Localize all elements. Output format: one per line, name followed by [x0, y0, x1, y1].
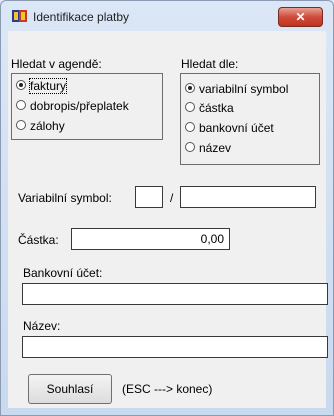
amount-label: Částka: — [18, 233, 59, 247]
radio-label: zálohy — [30, 118, 65, 133]
vs-label: Variabilní symbol: — [18, 191, 112, 205]
dialog-body: Hledat v agendě: faktury dobropis/přepla… — [8, 31, 328, 408]
search-in-group: faktury dobropis/přeplatek zálohy — [11, 73, 163, 140]
radio-bankovni-ucet[interactable]: bankovní účet — [185, 120, 274, 136]
radio-indicator[interactable] — [16, 119, 26, 130]
radio-indicator[interactable] — [185, 82, 195, 93]
confirm-button[interactable]: Souhlasí — [28, 374, 112, 404]
search-by-group: variabilní symbol částka bankovní účet n… — [180, 73, 320, 165]
search-in-label: Hledat v agendě: — [11, 57, 102, 71]
radio-nazev[interactable]: název — [185, 140, 231, 156]
vs-input[interactable] — [180, 186, 316, 208]
radio-indicator[interactable] — [185, 101, 195, 112]
radio-label: faktury — [28, 77, 68, 94]
radio-indicator[interactable] — [16, 99, 26, 110]
dialog-window: Identifikace platby ✕ Hledat v agendě: f… — [0, 0, 334, 416]
radio-faktury[interactable]: faktury — [16, 77, 68, 94]
radio-castka[interactable]: částka — [185, 100, 234, 116]
radio-dobropis[interactable]: dobropis/přeplatek — [16, 98, 129, 114]
radio-indicator[interactable] — [185, 141, 195, 152]
title-bar[interactable]: Identifikace platby ✕ — [1, 1, 333, 31]
radio-label: bankovní účet — [199, 120, 274, 135]
radio-indicator[interactable] — [185, 121, 195, 132]
close-button[interactable]: ✕ — [278, 7, 323, 27]
vs-prefix-input[interactable] — [135, 186, 163, 208]
name-label: Název: — [23, 319, 61, 333]
escape-hint: (ESC ---> konec) — [122, 382, 213, 396]
radio-label: částka — [199, 100, 234, 115]
radio-label: variabilní symbol — [199, 81, 289, 96]
name-input[interactable] — [22, 336, 328, 358]
radio-variabilni-symbol[interactable]: variabilní symbol — [185, 81, 288, 97]
vs-separator: / — [170, 191, 174, 205]
window-title: Identifikace platby — [33, 10, 130, 24]
radio-zalohy[interactable]: zálohy — [16, 118, 65, 134]
radio-label: název — [199, 140, 232, 155]
bank-label: Bankovní účet: — [23, 266, 103, 280]
search-by-label: Hledat dle: — [181, 57, 239, 71]
radio-indicator[interactable] — [16, 79, 26, 90]
radio-label: dobropis/přeplatek — [30, 98, 129, 113]
amount-input[interactable]: 0,00 — [71, 228, 230, 250]
bank-account-input[interactable] — [22, 283, 328, 305]
app-icon — [12, 10, 27, 22]
